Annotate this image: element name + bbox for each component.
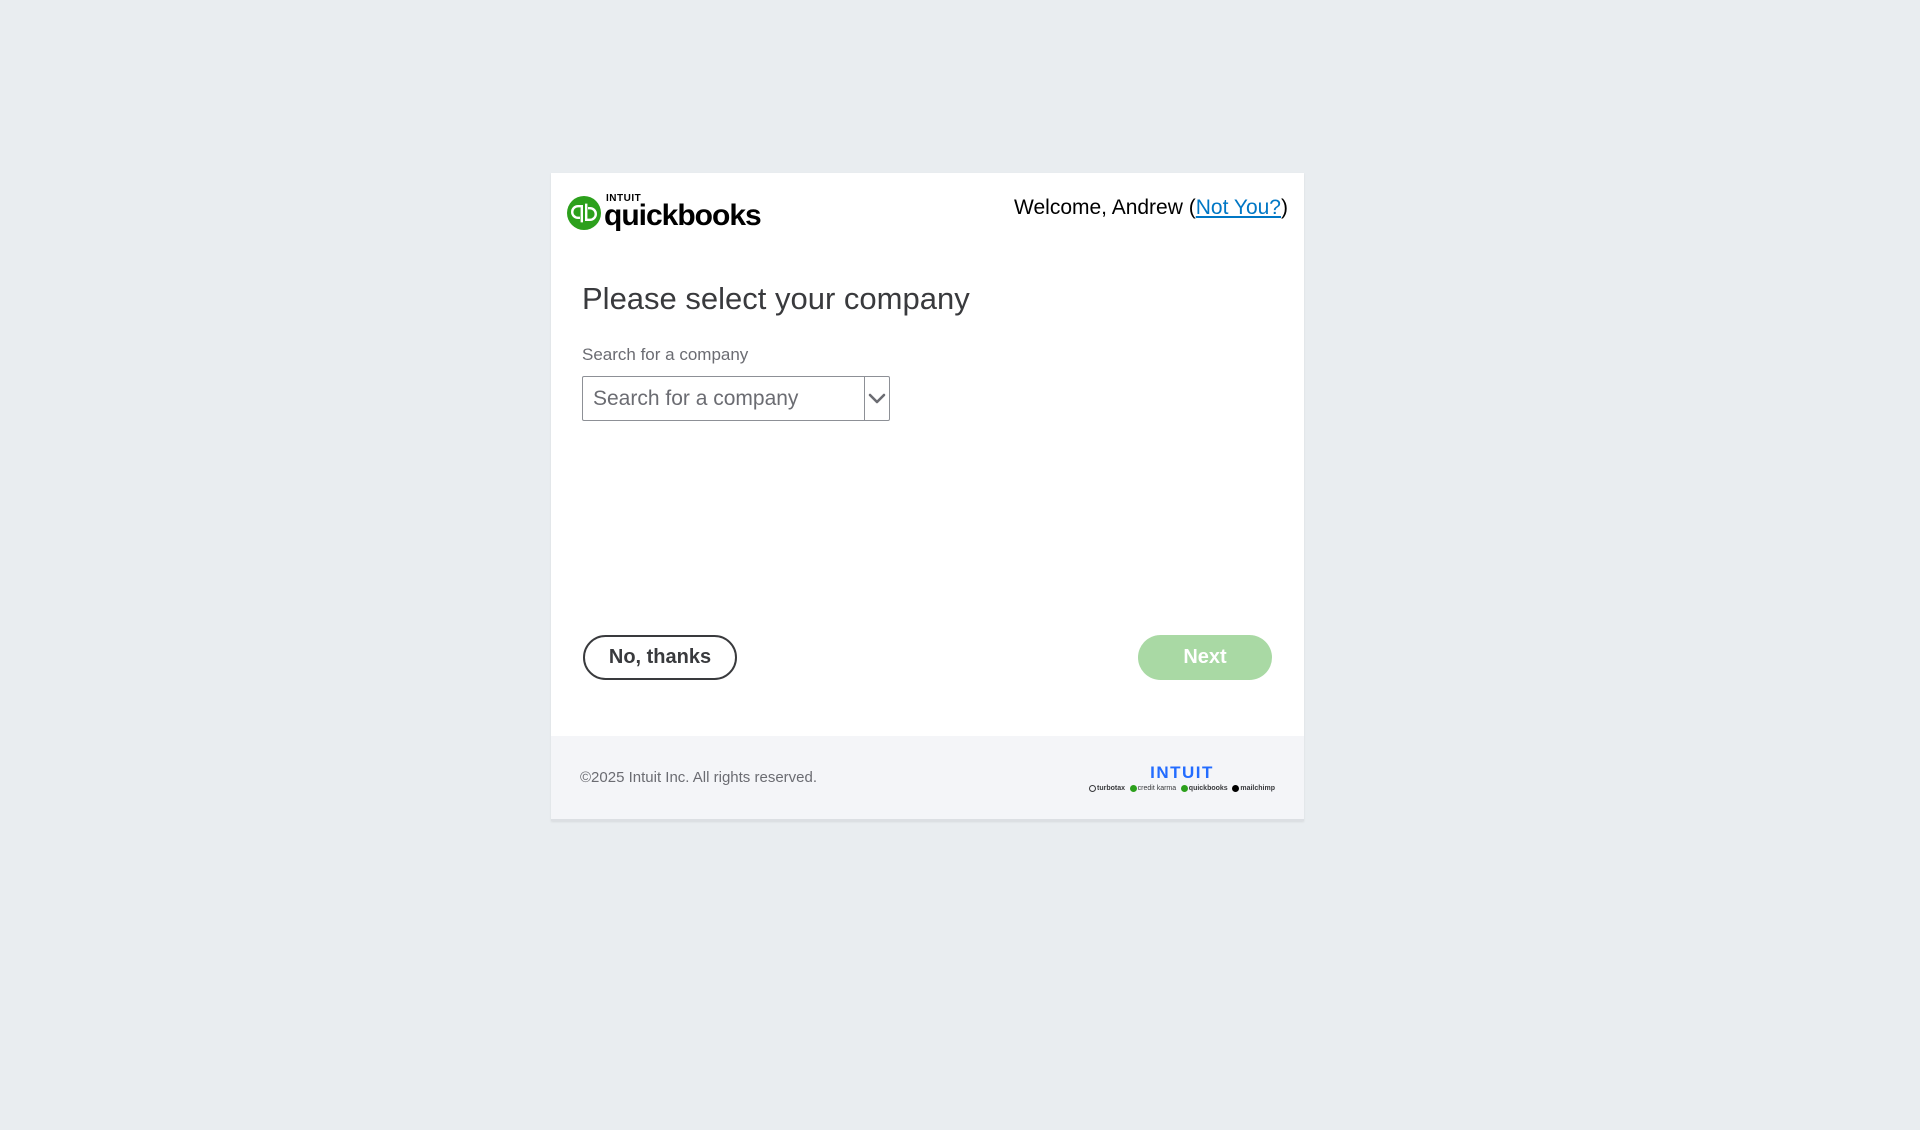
intuit-logo-text: INTUIT [1150,763,1214,782]
no-thanks-button[interactable]: No, thanks [583,635,737,680]
brand-turbotax-label: turbotax [1097,785,1125,792]
footer: ©2025 Intuit Inc. All rights reserved. I… [551,736,1304,821]
header: INTUIT quickbooks Welcome, Andrew (Not Y… [551,173,1304,253]
company-search-input[interactable] [583,377,864,420]
welcome-message: Welcome, Andrew (Not You?) [1014,196,1288,220]
dropdown-toggle-button[interactable] [864,377,889,420]
mailchimp-icon [1232,785,1240,792]
welcome-text: Welcome, Andrew ( [1014,196,1196,219]
turbotax-icon [1089,785,1096,792]
brand-credit-karma-label: credit karma [1137,785,1177,792]
company-select-card: INTUIT quickbooks Welcome, Andrew (Not Y… [551,173,1304,821]
brand-quickbooks-label: quickbooks [1188,785,1228,792]
brand-turbotax: turbotax [1089,785,1125,792]
quickbooks-logo: INTUIT quickbooks [567,193,762,232]
brand-quickbooks: quickbooks [1180,785,1228,792]
copyright-text: ©2025 Intuit Inc. All rights reserved. [580,769,818,786]
company-search-combobox[interactable] [582,376,890,421]
brand-mailchimp: mailchimp [1232,785,1275,792]
brand-credit-karma: credit karma [1129,785,1177,792]
page-title: Please select your company [582,281,970,316]
quickbooks-logo-icon [567,196,601,230]
logo-wordmark: INTUIT quickbooks [604,193,762,232]
welcome-suffix: ) [1281,196,1288,219]
brand-row: turbotax credit karma quickbooks mailchi… [1089,785,1275,792]
brand-mailchimp-label: mailchimp [1240,785,1275,792]
quickbooks-small-icon [1180,785,1188,792]
next-button[interactable]: Next [1138,635,1272,680]
intuit-brands-logo: INTUIT turbotax credit karma quickbooks … [1089,763,1275,803]
search-label: Search for a company [582,345,749,364]
logo-quickbooks-text: quickbooks [604,199,762,232]
chevron-down-icon [868,393,886,403]
not-you-link[interactable]: Not You? [1196,196,1281,219]
credit-karma-icon [1129,785,1137,792]
